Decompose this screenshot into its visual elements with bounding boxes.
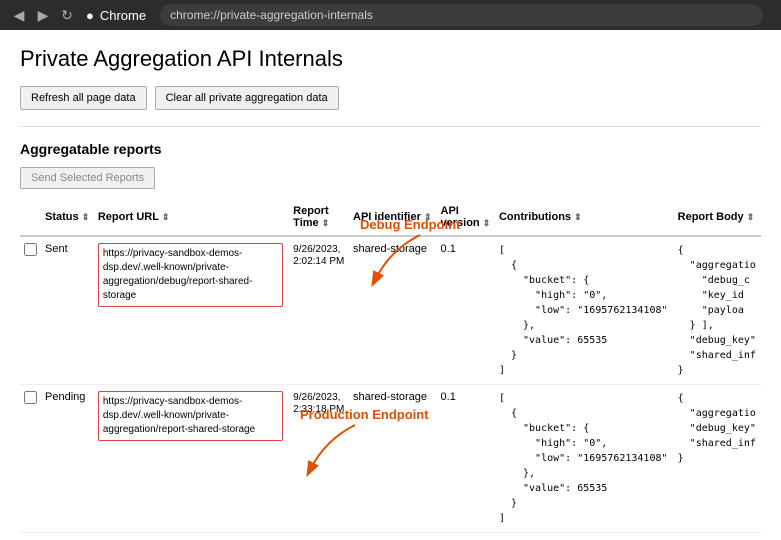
sort-icon: ⇕ <box>747 212 755 222</box>
report-time: 9/26/2023, 2:33:18 PM <box>293 392 344 415</box>
col-status: Status ⇕ <box>41 199 94 236</box>
divider <box>20 126 761 127</box>
send-selected-button[interactable]: Send Selected Reports <box>20 167 155 189</box>
sort-icon: ⇕ <box>322 218 330 228</box>
sort-icon: ⇕ <box>82 212 90 222</box>
chrome-icon: ● <box>86 8 94 23</box>
report-url-cell: https://privacy-sandbox-demos-dsp.dev/.w… <box>94 236 289 385</box>
report-body-json: { "aggregatio "debug_c "key_id "payloa }… <box>678 245 756 376</box>
toolbar: Refresh all page data Clear all private … <box>20 86 761 110</box>
col-report-body: Report Body ⇕ <box>674 199 761 236</box>
status-cell: Pending <box>41 385 94 533</box>
report-url-cell: https://privacy-sandbox-demos-dsp.dev/.w… <box>94 385 289 533</box>
contributions-json: [ { "bucket": { "high": "0", "low": "169… <box>499 245 668 376</box>
sort-icon: ⇕ <box>483 218 491 228</box>
api-id-cell: shared-storage <box>349 385 436 533</box>
clear-all-button[interactable]: Clear all private aggregation data <box>155 86 339 110</box>
contributions-cell: [ { "bucket": { "high": "0", "low": "169… <box>495 236 674 385</box>
col-report-time: ReportTime ⇕ <box>289 199 349 236</box>
chrome-label: Chrome <box>100 8 146 23</box>
report-body-cell: { "aggregatio "debug_c "key_id "payloa }… <box>674 236 761 385</box>
col-checkbox <box>20 199 41 236</box>
sort-icon: ⇕ <box>424 212 432 222</box>
table-row: Sent https://privacy-sandbox-demos-dsp.d… <box>20 236 761 385</box>
table-header: Status ⇕ Report URL ⇕ ReportTime ⇕ API i… <box>20 199 761 236</box>
col-api-id: API identifier ⇕ <box>349 199 436 236</box>
report-url-box[interactable]: https://privacy-sandbox-demos-dsp.dev/.w… <box>98 243 283 307</box>
status-badge: Pending <box>45 391 85 403</box>
report-time: 9/26/2023, 2:02:14 PM <box>293 244 344 267</box>
status-badge: Sent <box>45 243 68 255</box>
page-title: Private Aggregation API Internals <box>20 46 761 72</box>
browser-chrome: ◀ ▶ ↻ ● Chrome chrome://private-aggregat… <box>0 0 781 30</box>
sort-icon: ⇕ <box>162 212 170 222</box>
row-checkbox[interactable] <box>24 243 37 256</box>
url-text: chrome://private-aggregation-internals <box>170 8 373 22</box>
row-checkbox-cell[interactable] <box>20 236 41 385</box>
report-body-json: { "aggregatio "debug_key" "shared_inf } <box>678 393 756 464</box>
report-body-cell: { "aggregatio "debug_key" "shared_inf } <box>674 385 761 533</box>
table-row: Pending https://privacy-sandbox-demos-ds… <box>20 385 761 533</box>
page-content: Private Aggregation API Internals Refres… <box>0 30 781 540</box>
refresh-all-button[interactable]: Refresh all page data <box>20 86 147 110</box>
section-title: Aggregatable reports <box>20 141 761 157</box>
row-checkbox-cell[interactable] <box>20 385 41 533</box>
row-checkbox[interactable] <box>24 391 37 404</box>
forward-button[interactable]: ▶ <box>34 6 52 24</box>
api-version-cell: 0.1 <box>437 385 495 533</box>
report-time-cell: 9/26/2023, 2:33:18 PM <box>289 385 349 533</box>
api-id-cell: shared-storage <box>349 236 436 385</box>
api-version-cell: 0.1 <box>437 236 495 385</box>
address-bar[interactable]: chrome://private-aggregation-internals <box>160 4 763 26</box>
contributions-cell: [ { "bucket": { "high": "0", "low": "169… <box>495 385 674 533</box>
col-api-version: APIversion ⇕ <box>437 199 495 236</box>
refresh-button[interactable]: ↻ <box>58 6 76 24</box>
status-cell: Sent <box>41 236 94 385</box>
report-url-box[interactable]: https://privacy-sandbox-demos-dsp.dev/.w… <box>98 391 283 441</box>
sort-icon: ⇕ <box>574 212 582 222</box>
contributions-json: [ { "bucket": { "high": "0", "low": "169… <box>499 393 668 524</box>
reports-table: Status ⇕ Report URL ⇕ ReportTime ⇕ API i… <box>20 199 761 533</box>
col-report-url: Report URL ⇕ <box>94 199 289 236</box>
report-time-cell: 9/26/2023, 2:02:14 PM <box>289 236 349 385</box>
back-button[interactable]: ◀ <box>10 6 28 24</box>
col-contributions: Contributions ⇕ <box>495 199 674 236</box>
